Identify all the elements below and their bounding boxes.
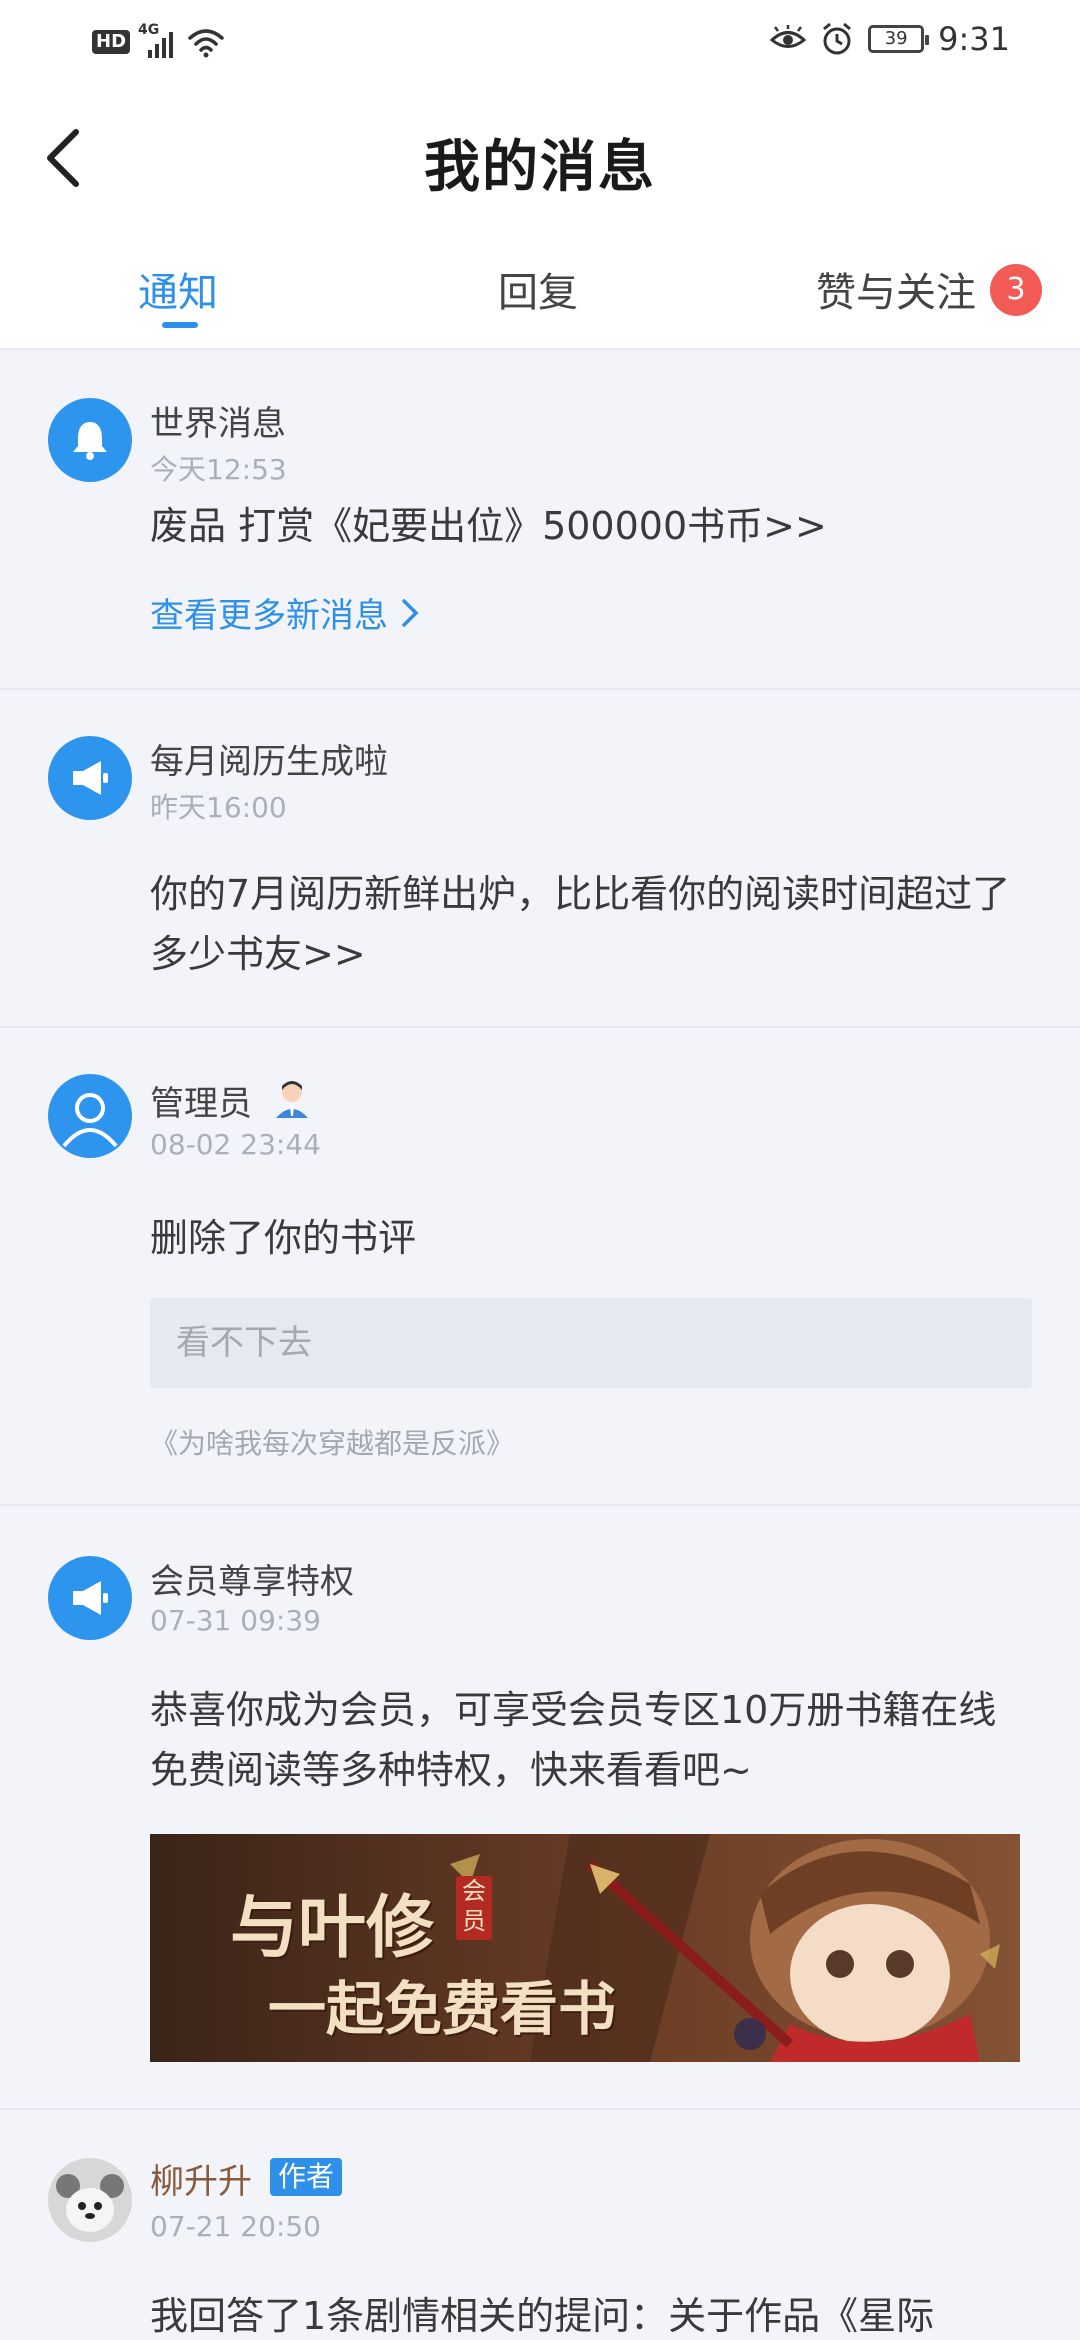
tab-likes-follows[interactable]: 赞与关注 — [816, 260, 976, 318]
page-title: 我的消息 — [424, 134, 656, 200]
tab-bar: 通知 回复 赞与关注 3 — [0, 234, 1080, 350]
megaphone-icon — [73, 1581, 108, 1615]
vip-promo-banner[interactable]: 与叶修 会员 一起免费看书 — [150, 1834, 1020, 2062]
banner-headline: 与叶修 — [230, 1888, 435, 1968]
alarm-icon — [823, 22, 852, 55]
message-sender: 会员尊享特权 — [150, 1562, 354, 1602]
author-avatar-photo — [48, 2158, 132, 2242]
message-sender: 管理员 — [150, 1084, 252, 1124]
tab-notifications[interactable]: 通知 — [138, 260, 218, 318]
deleted-review-quote: 看不下去 — [150, 1298, 1032, 1388]
message-avatar — [48, 1556, 132, 1640]
message-time: 07-31 09:39 — [150, 1604, 321, 1637]
message-card[interactable]: 柳升升 作者 07-21 20:50 我回答了1条剧情相关的提问：关于作品《星际 — [0, 2110, 1080, 2340]
message-time: 昨天16:00 — [150, 791, 287, 824]
status-left: HD 4G — [92, 22, 226, 58]
bell-icon — [73, 422, 107, 460]
app-header: 我的消息 — [0, 84, 1080, 234]
wifi-icon — [188, 29, 224, 58]
vip-seal: 会员 — [456, 1876, 492, 1940]
battery-level: 39 — [884, 28, 908, 49]
status-time: 9:31 — [938, 20, 1010, 58]
message-time: 08-02 23:44 — [150, 1128, 321, 1161]
message-time: 今天12:53 — [150, 453, 287, 486]
message-text[interactable]: 你的7月阅历新鲜出炉，比比看你的阅读时间超过了多少书友>> — [150, 864, 1030, 984]
message-text: 恭喜你成为会员，可享受会员专区10万册书籍在线免费阅读等多种特权，快来看看吧~ — [150, 1688, 997, 1792]
unread-badge: 3 — [990, 264, 1042, 316]
message-text: 删除了你的书评 — [150, 1216, 417, 1260]
tab-active-indicator — [162, 322, 198, 328]
message-avatar — [48, 736, 132, 820]
battery-icon: 39 — [868, 25, 930, 53]
message-avatar — [48, 398, 132, 482]
message-text[interactable]: 废品 打赏《妃要出位》500000书币>> — [150, 496, 1030, 556]
person-icon — [62, 1093, 118, 1148]
author-avatar[interactable] — [48, 2158, 132, 2242]
message-sender: 每月阅历生成啦 — [150, 742, 388, 782]
message-avatar — [48, 1074, 132, 1158]
tab-replies[interactable]: 回复 — [498, 260, 578, 318]
message-card[interactable]: 会员尊享特权 07-31 09:39 恭喜你成为会员，可享受会员专区10万册书籍… — [0, 1506, 1080, 2110]
message-card[interactable]: 管理员 08-02 23:44 删除了你的书评 看不下去 《为啥我每次穿越都是反… — [0, 1028, 1080, 1506]
book-reference[interactable]: 《为啥我每次穿越都是反派》 — [150, 1422, 514, 1462]
status-right: 39 9:31 — [770, 20, 1010, 58]
banner-subline: 一起免费看书 — [268, 1975, 617, 2043]
view-more-label: 查看更多新消息 — [150, 596, 388, 636]
message-time: 07-21 20:50 — [150, 2210, 321, 2243]
signal-icon: 4G — [138, 22, 178, 58]
author-badge: 作者 — [270, 2158, 343, 2196]
hd-badge: HD — [92, 30, 131, 54]
view-more-link[interactable]: 查看更多新消息 — [150, 588, 420, 637]
message-card[interactable]: 每月阅历生成啦 昨天16:00 你的7月阅历新鲜出炉，比比看你的阅读时间超过了多… — [0, 690, 1080, 1028]
eye-icon — [770, 25, 807, 48]
megaphone-icon — [73, 761, 108, 795]
status-bar: HD 4G 39 9:31 — [0, 0, 1080, 84]
message-card[interactable]: 世界消息 今天12:53 废品 打赏《妃要出位》500000书币>> 查看更多新… — [0, 352, 1080, 690]
admin-badge-icon — [276, 1081, 308, 1118]
message-text[interactable]: 我回答了1条剧情相关的提问：关于作品《星际 — [150, 2286, 1030, 2340]
message-sender: 世界消息 — [150, 404, 286, 444]
chevron-right-icon — [402, 598, 419, 627]
message-sender[interactable]: 柳升升 — [150, 2154, 252, 2203]
